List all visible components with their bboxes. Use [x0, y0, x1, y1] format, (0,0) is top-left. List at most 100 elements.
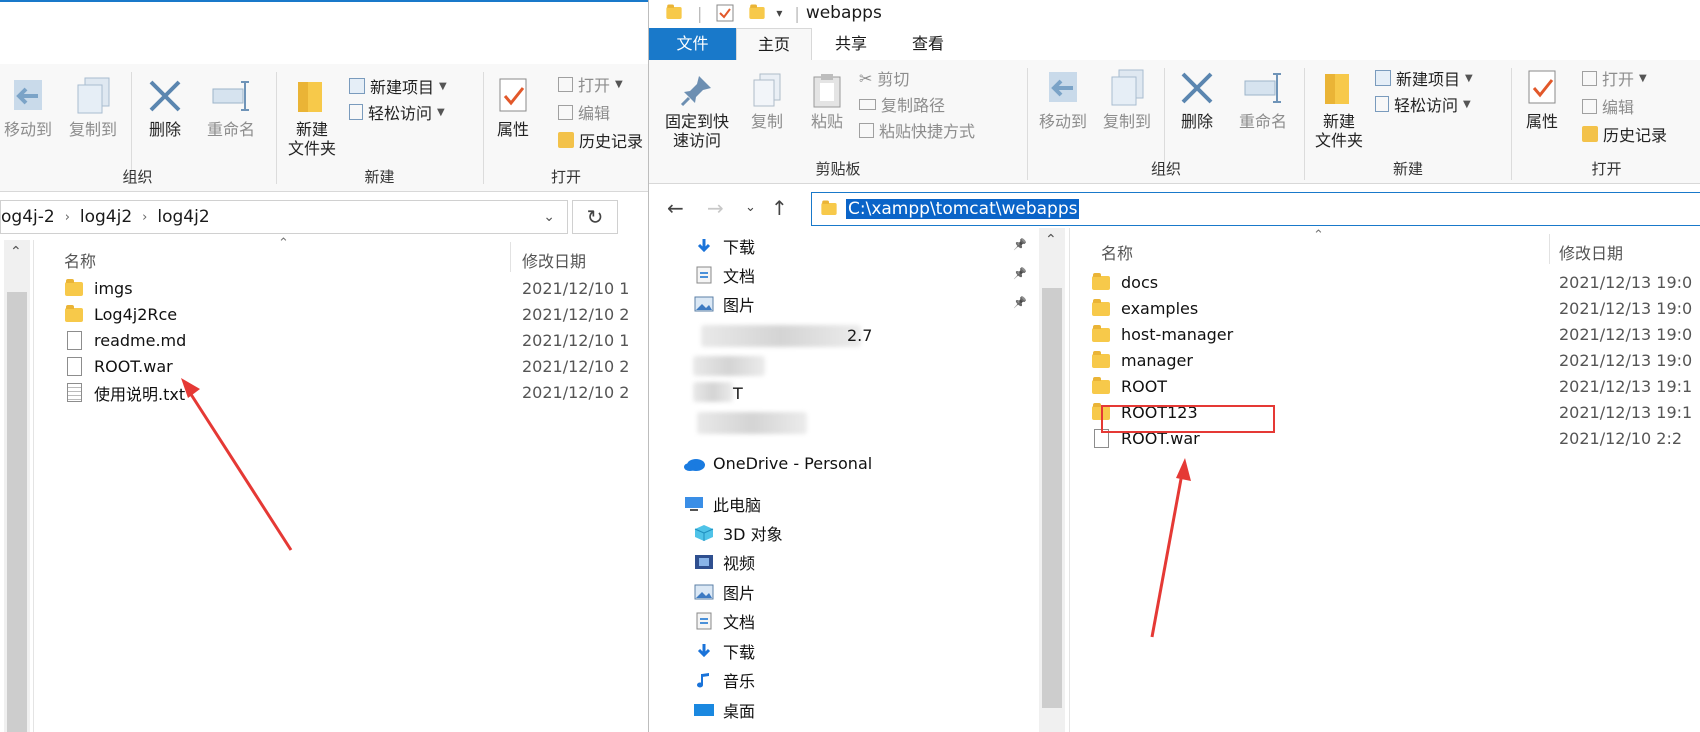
scroll-up-icon[interactable]: ⌃: [10, 244, 22, 260]
nav-scrollbar[interactable]: ⌃: [1039, 228, 1065, 732]
right-delete-button[interactable]: 删除: [1172, 68, 1222, 131]
scroll-up-icon[interactable]: ⌃: [1045, 232, 1057, 248]
right-edit-button[interactable]: 编辑: [1582, 94, 1634, 118]
pin-icon[interactable]: 📌: [1013, 296, 1027, 309]
left-new-folder-button[interactable]: 新建 文件夹: [282, 76, 342, 158]
right-properties-button[interactable]: 属性: [1520, 68, 1564, 131]
left-rename-button[interactable]: 重命名: [196, 76, 266, 139]
breadcrumb-item[interactable]: log4j2: [80, 207, 132, 227]
left-open-button[interactable]: 打开 ▼: [558, 72, 623, 96]
paste-shortcut-button[interactable]: 粘贴快捷方式: [859, 118, 975, 142]
nav-scrollbar-thumb[interactable]: [1042, 288, 1062, 708]
file-row[interactable]: docs: [1091, 270, 1158, 295]
pin-icon[interactable]: 📌: [1013, 238, 1027, 251]
pin-icon[interactable]: 📌: [1013, 267, 1027, 280]
left-edit-button[interactable]: 编辑: [558, 100, 610, 124]
tab-view[interactable]: 查看: [894, 28, 962, 60]
left-history-button[interactable]: 历史记录: [558, 128, 643, 152]
file-row[interactable]: 使用说明.txt: [64, 380, 185, 405]
nav-pc-item[interactable]: 文档: [693, 608, 755, 635]
chevron-down-icon: ▼: [439, 80, 447, 92]
file-date: 2021/12/10 2: [522, 305, 630, 324]
left-scrollbar[interactable]: ⌃: [4, 240, 30, 732]
forward-arrow-icon[interactable]: →: [707, 196, 724, 220]
file-row[interactable]: imgs: [64, 276, 133, 301]
folder-icon: [1092, 376, 1110, 394]
left-properties-button[interactable]: 属性: [491, 76, 535, 139]
file-row[interactable]: ROOT.war: [64, 354, 173, 379]
nav-onedrive[interactable]: OneDrive - Personal: [683, 450, 872, 477]
up-arrow-icon[interactable]: ↑: [771, 196, 788, 220]
left-properties-label: 属性: [496, 120, 529, 139]
left-delete-button[interactable]: 删除: [140, 76, 190, 139]
right-copy-to-button[interactable]: 复制到: [1096, 68, 1158, 131]
breadcrumb-item[interactable]: og4j-2: [1, 207, 55, 227]
right-new-folder-label-1: 新建: [1322, 112, 1355, 131]
tab-file[interactable]: 文件: [649, 28, 736, 60]
paste-button[interactable]: 粘贴: [801, 72, 853, 131]
right-column-name[interactable]: 名称: [1101, 240, 1133, 264]
file-row[interactable]: examples: [1091, 296, 1198, 321]
right-new-item-button[interactable]: 新建项目 ▼: [1375, 66, 1473, 90]
nav-pc-item[interactable]: 图片: [693, 578, 755, 605]
left-new-item-button[interactable]: 新建项目 ▼: [349, 74, 447, 98]
copy-button[interactable]: 复制: [745, 72, 789, 131]
right-move-to-button[interactable]: 移动到: [1034, 68, 1092, 131]
right-column-modified[interactable]: 修改日期: [1559, 240, 1623, 264]
nav-quick-item[interactable]: 下载: [693, 232, 755, 259]
address-path-text[interactable]: C:\xampp\tomcat\webapps: [846, 199, 1080, 219]
cut-button[interactable]: ✂ 剪切: [859, 66, 909, 90]
blurred-nav-item: [701, 325, 861, 347]
copy-path-button[interactable]: 复制路径: [859, 92, 945, 116]
left-easy-access-button[interactable]: 轻松访问 ▼: [349, 100, 445, 124]
left-address-bar[interactable]: og4j-2 › log4j2 › log4j2 ⌄: [0, 200, 568, 234]
right-address-bar[interactable]: C:\xampp\tomcat\webapps: [811, 192, 1700, 226]
left-column-name[interactable]: 名称: [64, 248, 96, 272]
file-row[interactable]: host-manager: [1091, 322, 1233, 347]
nav-pc-item[interactable]: 下载: [693, 637, 755, 664]
nav-quick-item[interactable]: 图片: [693, 290, 755, 317]
nav-pc-item[interactable]: 视频: [693, 549, 755, 576]
back-arrow-icon[interactable]: ←: [667, 196, 684, 220]
blurred-nav-suffix: T: [733, 384, 743, 403]
recent-locations-icon[interactable]: ⌄: [745, 200, 756, 215]
customize-toolbar-icon[interactable]: ▾: [776, 6, 782, 20]
chevron-down-icon[interactable]: ⌄: [543, 209, 555, 225]
folder-icon: [666, 4, 682, 19]
file-row[interactable]: manager: [1091, 348, 1193, 373]
left-scrollbar-thumb[interactable]: [7, 292, 27, 732]
pin-quick-access-button[interactable]: 固定到快 速访问: [659, 72, 735, 150]
right-open-button[interactable]: 打开 ▼: [1582, 66, 1647, 90]
left-refresh-button[interactable]: ↻: [572, 200, 618, 234]
right-new-folder-button[interactable]: 新建 文件夹: [1309, 68, 1369, 150]
left-new-group-label: 新建: [364, 168, 395, 186]
properties-check-icon[interactable]: [716, 4, 734, 22]
nav-pc-item[interactable]: 音乐: [693, 667, 755, 694]
tab-share[interactable]: 共享: [817, 28, 885, 60]
folder-icon: [65, 278, 83, 296]
folder-icon: [1092, 298, 1110, 316]
file-name: host-manager: [1121, 325, 1234, 344]
left-column-modified[interactable]: 修改日期: [522, 248, 586, 272]
left-move-to-button[interactable]: 移动到: [0, 76, 56, 139]
tab-home[interactable]: 主页: [736, 28, 812, 60]
left-group-new: 新建 文件夹 新建项目 ▼ 轻松访问 ▼ 新建: [277, 64, 482, 191]
right-rename-button[interactable]: 重命名: [1228, 68, 1298, 131]
rename-icon: [1244, 73, 1281, 103]
nav-quick-item[interactable]: 文档: [693, 261, 755, 288]
new-folder-quick-icon[interactable]: [749, 4, 766, 19]
right-history-button[interactable]: 历史记录: [1582, 122, 1667, 146]
new-item-icon: [349, 78, 365, 94]
nav-pc-item[interactable]: 桌面: [693, 696, 755, 723]
nav-this-pc[interactable]: 此电脑: [683, 490, 761, 517]
file-date: 2021/12/10 2: [522, 357, 630, 376]
left-address-row: og4j-2 › log4j2 › log4j2 ⌄ ↻: [0, 196, 648, 236]
nav-item-label: 3D 对象: [723, 524, 783, 544]
breadcrumb-item[interactable]: log4j2: [157, 207, 209, 227]
file-row[interactable]: readme.md: [64, 328, 186, 353]
file-row[interactable]: Log4j2Rce: [64, 302, 177, 327]
left-copy-to-button[interactable]: 复制到: [62, 76, 124, 139]
file-row[interactable]: ROOT: [1091, 374, 1167, 399]
right-easy-access-button[interactable]: 轻松访问 ▼: [1375, 92, 1471, 116]
nav-pc-item[interactable]: 3D 对象: [693, 519, 783, 546]
